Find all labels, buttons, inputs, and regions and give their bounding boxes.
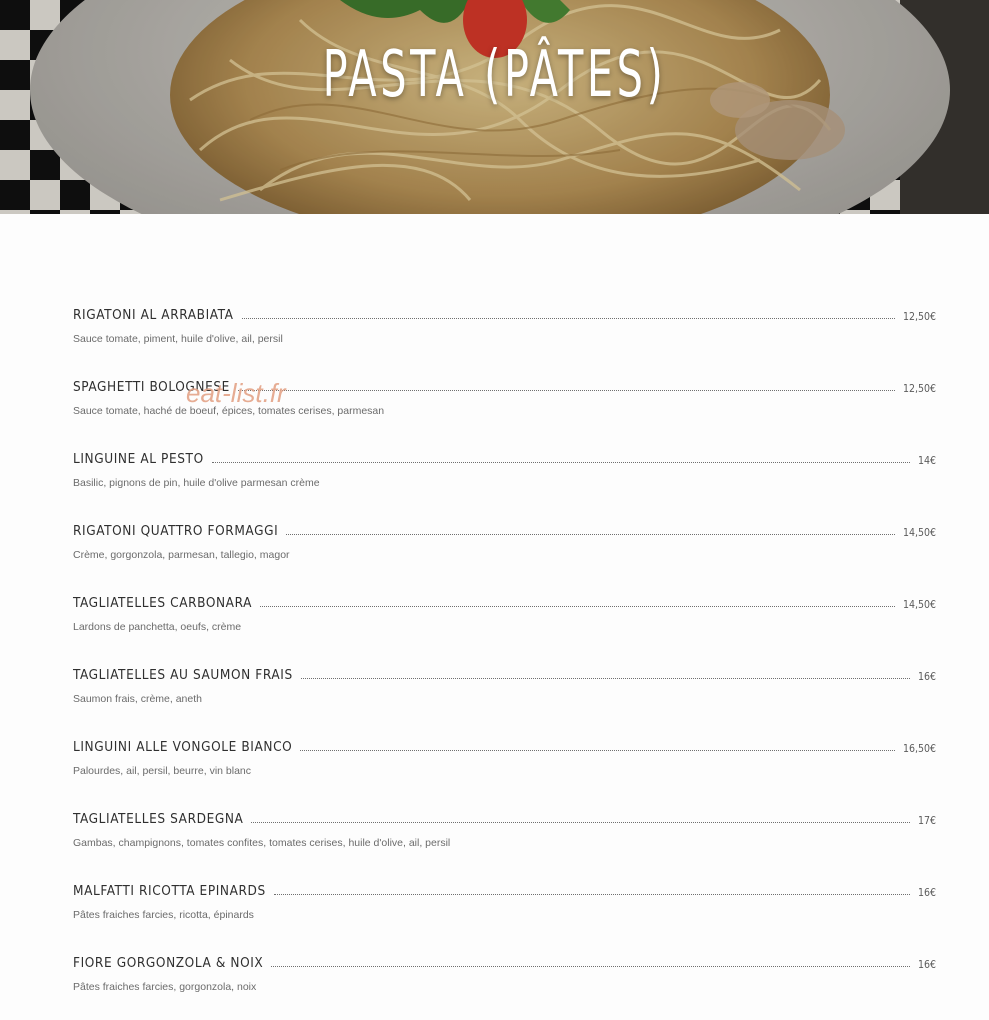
menu-item-header: MALFATTI RICOTTA EPINARDS 16€ <box>73 876 936 900</box>
menu-item-price: 14,50€ <box>902 527 936 539</box>
menu-item-price: 16€ <box>917 887 936 899</box>
menu-item-price: 12,50€ <box>902 311 936 323</box>
menu-item-header: RIGATONI QUATTRO FORMAGGI 14,50€ <box>73 516 936 540</box>
menu-item: LINGUINI ALLE VONGOLE BIANCO 16,50€ Palo… <box>73 732 936 804</box>
menu-item: TAGLIATELLES CARBONARA 14,50€ Lardons de… <box>73 588 936 660</box>
menu-item-name: TAGLIATELLES SARDEGNA <box>73 811 244 827</box>
menu-item-name: TAGLIATELLES AU SAUMON FRAIS <box>73 667 293 683</box>
menu-item-description: Lardons de panchetta, oeufs, crème <box>73 621 242 633</box>
menu-item: TAGLIATELLES SARDEGNA 17€ Gambas, champi… <box>73 804 936 876</box>
menu-item-price: 12,50€ <box>902 383 936 395</box>
watermark: eat-list.fr <box>186 378 286 408</box>
menu-item-header: FIORE GORGONZOLA & NOIX 16€ <box>73 948 936 972</box>
menu-item-header: LINGUINI ALLE VONGOLE BIANCO 16,50€ <box>73 732 936 756</box>
dotted-leader <box>259 606 895 607</box>
menu-item-name: MALFATTI RICOTTA EPINARDS <box>73 883 266 899</box>
menu-item-price: 14,50€ <box>902 599 936 611</box>
dotted-leader <box>211 462 910 463</box>
menu-item: RIGATONI AL ARRABIATA 12,50€ Sauce tomat… <box>73 300 936 372</box>
menu-item-description: Palourdes, ail, persil, beurre, vin blan… <box>73 765 252 777</box>
menu-item-name: LINGUINI ALLE VONGOLE BIANCO <box>73 739 293 755</box>
dotted-leader <box>241 318 895 319</box>
hero-banner: PASTA (PÂTES) <box>0 0 989 214</box>
menu-item-description: Pâtes fraiches farcies, ricotta, épinard… <box>73 909 254 921</box>
menu-item-header: TAGLIATELLES SARDEGNA 17€ <box>73 804 936 828</box>
menu-item: RIGATONI QUATTRO FORMAGGI 14,50€ Crème, … <box>73 516 936 588</box>
dotted-leader <box>271 966 910 967</box>
menu-item-description: Sauce tomate, piment, huile d'olive, ail… <box>73 333 283 345</box>
dotted-leader <box>300 750 895 751</box>
menu-item: LINGUINE AL PESTO 14€ Basilic, pignons d… <box>73 444 936 516</box>
menu-item-header: TAGLIATELLES CARBONARA 14,50€ <box>73 588 936 612</box>
menu-item-name: LINGUINE AL PESTO <box>73 451 204 467</box>
menu-item-price: 14€ <box>917 455 936 467</box>
menu-item-description: Basilic, pignons de pin, huile d'olive p… <box>73 477 320 489</box>
menu-item-name: TAGLIATELLES CARBONARA <box>73 595 252 611</box>
dotted-leader <box>273 894 910 895</box>
menu-item-description: Pâtes fraiches farcies, gorgonzola, noix <box>73 981 257 993</box>
menu-item-description: Gambas, champignons, tomates confites, t… <box>73 837 451 849</box>
menu-item-description: Crème, gorgonzola, parmesan, tallegio, m… <box>73 549 290 561</box>
menu-item-header: RIGATONI AL ARRABIATA 12,50€ <box>73 300 936 324</box>
dotted-leader <box>251 822 910 823</box>
dotted-leader <box>237 390 895 391</box>
menu-item-name: FIORE GORGONZOLA & NOIX <box>73 955 264 971</box>
menu-item-price: 17€ <box>917 815 936 827</box>
menu-item-price: 16€ <box>917 671 936 683</box>
menu-item-header: LINGUINE AL PESTO 14€ <box>73 444 936 468</box>
menu-item-price: 16,50€ <box>902 743 936 755</box>
menu-item: FIORE GORGONZOLA & NOIX 16€ Pâtes fraich… <box>73 948 936 1020</box>
dotted-leader <box>286 534 895 535</box>
dotted-leader <box>300 678 910 679</box>
menu-item: MALFATTI RICOTTA EPINARDS 16€ Pâtes frai… <box>73 876 936 948</box>
menu-item-header: TAGLIATELLES AU SAUMON FRAIS 16€ <box>73 660 936 684</box>
menu-item: TAGLIATELLES AU SAUMON FRAIS 16€ Saumon … <box>73 660 936 732</box>
menu-item-price: 16€ <box>917 959 936 971</box>
menu-item-description: Saumon frais, crème, aneth <box>73 693 202 705</box>
menu-item-name: RIGATONI QUATTRO FORMAGGI <box>73 523 279 539</box>
menu-item-name: RIGATONI AL ARRABIATA <box>73 307 234 323</box>
page-title: PASTA (PÂTES) <box>322 38 667 112</box>
